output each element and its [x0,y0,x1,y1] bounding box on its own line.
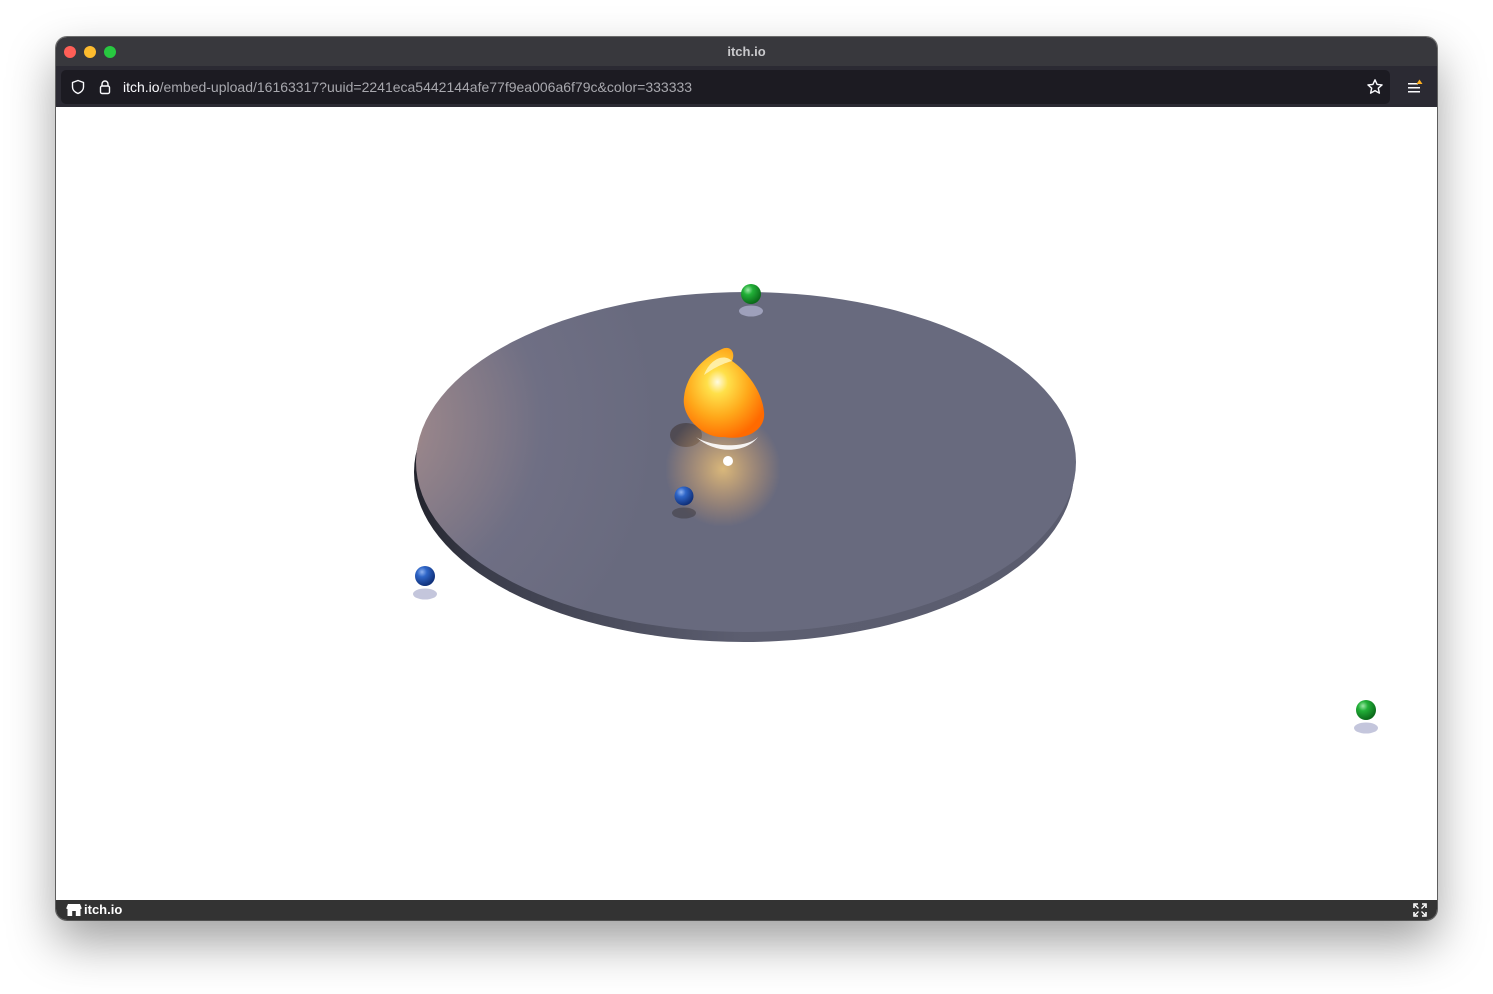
itchio-embed-footer: itch.io [56,900,1437,920]
blue-planet [415,566,435,586]
window-title: itch.io [727,44,766,59]
star-icon[interactable] [1366,78,1384,96]
fullscreen-icon[interactable] [1413,903,1427,917]
browser-toolbar: itch.io/embed-upload/16163317?uuid=2241e… [56,66,1437,107]
lock-icon[interactable] [97,79,113,95]
url-domain: itch.io [123,79,160,95]
menu-icon[interactable] [1407,79,1423,95]
planet-shadow [739,305,763,317]
blue-planet [674,486,694,506]
shield-icon[interactable] [70,79,86,95]
itchio-logo-icon[interactable] [66,903,82,917]
footer-brand-link[interactable]: itch.io [84,902,122,917]
title-bar: itch.io [56,37,1437,66]
planet-shadow [672,507,696,519]
game-canvas[interactable] [56,107,1437,900]
green-planet [741,284,761,304]
green-planet [1356,700,1376,720]
game-scene [413,284,1378,734]
address-bar[interactable]: itch.io/embed-upload/16163317?uuid=2241e… [61,70,1390,104]
url-text[interactable]: itch.io/embed-upload/16163317?uuid=2241e… [123,79,692,95]
planet-shadow [1354,722,1378,734]
url-path: /embed-upload/16163317?uuid=2241eca54421… [159,79,693,95]
browser-window: itch.io itch.io/embed-upload/16163317?uu… [56,37,1437,920]
planet-shadow [413,588,437,600]
